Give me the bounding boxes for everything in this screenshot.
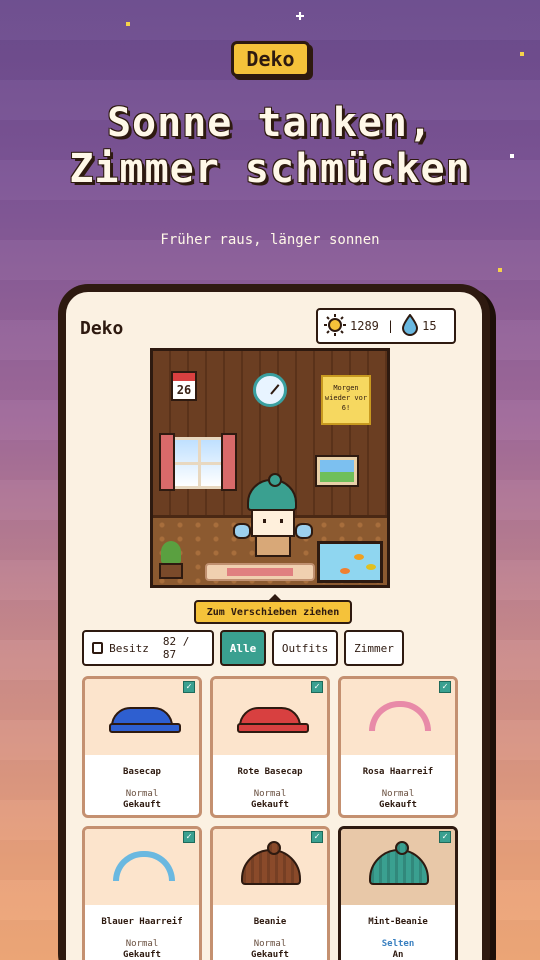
star-dot (498, 268, 502, 272)
item-card[interactable]: ✓ Rote Basecap Normal Gekauft (210, 676, 330, 818)
item-card-equipped[interactable]: ✓ Mint-Beanie Selten An (338, 826, 458, 960)
item-grid: ✓ Basecap Normal Gekauft ✓ Rote Basecap … (82, 676, 458, 960)
category-badge: Deko (231, 41, 310, 77)
owned-check-icon: ✓ (183, 681, 195, 693)
item-rarity: Normal (381, 789, 415, 799)
water-count: 15 (422, 319, 437, 333)
tab-all[interactable]: Alle (220, 630, 266, 666)
item-status: An (392, 950, 404, 960)
item-image: ✓ (85, 679, 199, 755)
tab-room[interactable]: Zimmer (344, 630, 404, 666)
item-image: ✓ (213, 679, 327, 755)
item-image: ✓ (341, 829, 455, 905)
sun-icon (324, 313, 346, 339)
beanie-icon (241, 841, 301, 885)
headband-icon (369, 701, 431, 731)
item-card[interactable]: ✓ Blauer Haarreif Normal Gekauft (82, 826, 202, 960)
item-status: Gekauft (123, 950, 161, 960)
item-name: Blauer Haarreif (101, 917, 183, 927)
owned-label: Besitz (109, 641, 149, 655)
landscape-picture[interactable] (315, 455, 359, 487)
item-card[interactable]: ✓ Basecap Normal Gekauft (82, 676, 202, 818)
owned-count: 82 / 87 (162, 635, 190, 661)
item-status: Gekauft (251, 800, 289, 810)
room-preview[interactable]: 26 Morgen wieder vor 6! (150, 348, 390, 588)
beanie-icon (369, 841, 429, 885)
sticky-note[interactable]: Morgen wieder vor 6! (321, 375, 371, 425)
character-avatar[interactable] (233, 473, 313, 569)
headline-line-1: Sonne tanken, (106, 100, 434, 146)
calendar-decoration[interactable]: 26 (171, 371, 197, 401)
item-rarity: Normal (125, 789, 159, 799)
window-decoration[interactable] (159, 433, 237, 497)
drag-hint-tooltip: Zum Verschieben ziehen (194, 594, 352, 624)
plant-decoration[interactable] (157, 541, 185, 581)
filter-bar: Besitz 82 / 87 Alle Outfits Zimmer (82, 630, 404, 666)
calendar-day: 26 (176, 383, 192, 397)
owned-filter-toggle[interactable]: Besitz 82 / 87 (82, 630, 214, 666)
item-card[interactable]: ✓ Rosa Haarreif Normal Gekauft (338, 676, 458, 818)
item-card[interactable]: ✓ Beanie Normal Gekauft (210, 826, 330, 960)
clock-decoration[interactable] (253, 373, 287, 407)
item-name: Rote Basecap (237, 767, 303, 777)
water-drop-icon (402, 312, 419, 339)
star-dot (520, 52, 524, 56)
item-name: Mint-Beanie (368, 917, 428, 927)
phone-frame: Deko 1289 | 15 26 Morgen wieder vor 6! Z… (58, 284, 490, 960)
item-status: Gekauft (251, 950, 289, 960)
owned-check-icon: ✓ (183, 831, 195, 843)
item-name: Rosa Haarreif (362, 767, 434, 777)
owned-check-icon: ✓ (439, 681, 451, 693)
item-image: ✓ (85, 829, 199, 905)
star-dot (126, 22, 130, 26)
item-name: Basecap (123, 767, 161, 777)
tab-outfits[interactable]: Outfits (272, 630, 338, 666)
currency-display: 1289 | 15 (316, 308, 456, 344)
currency-divider: | (386, 319, 395, 333)
owned-check-icon: ✓ (311, 681, 323, 693)
item-status: Gekauft (379, 800, 417, 810)
headline: Sonne tanken, Zimmer schmücken (0, 100, 540, 192)
item-name: Beanie (253, 917, 287, 927)
item-rarity: Normal (125, 939, 159, 949)
item-image: ✓ (213, 829, 327, 905)
aquarium-decoration[interactable] (317, 541, 383, 583)
item-image: ✓ (341, 679, 455, 755)
headline-line-2: Zimmer schmücken (69, 146, 471, 192)
item-rarity: Normal (253, 789, 287, 799)
item-rarity: Normal (253, 939, 287, 949)
item-status: Gekauft (123, 800, 161, 810)
subheadline: Früher raus, länger sonnen (160, 232, 380, 248)
page-title: Deko (80, 318, 124, 339)
checkbox-icon[interactable] (92, 642, 104, 654)
headband-icon (113, 851, 175, 881)
app-screen: Deko 1289 | 15 26 Morgen wieder vor 6! Z… (66, 292, 482, 960)
item-rarity: Selten (381, 939, 415, 949)
star-sparkle (296, 12, 304, 20)
sun-count: 1289 (350, 319, 379, 333)
cap-icon (109, 707, 181, 733)
cap-icon (237, 707, 309, 733)
owned-check-icon: ✓ (311, 831, 323, 843)
owned-check-icon: ✓ (439, 831, 451, 843)
